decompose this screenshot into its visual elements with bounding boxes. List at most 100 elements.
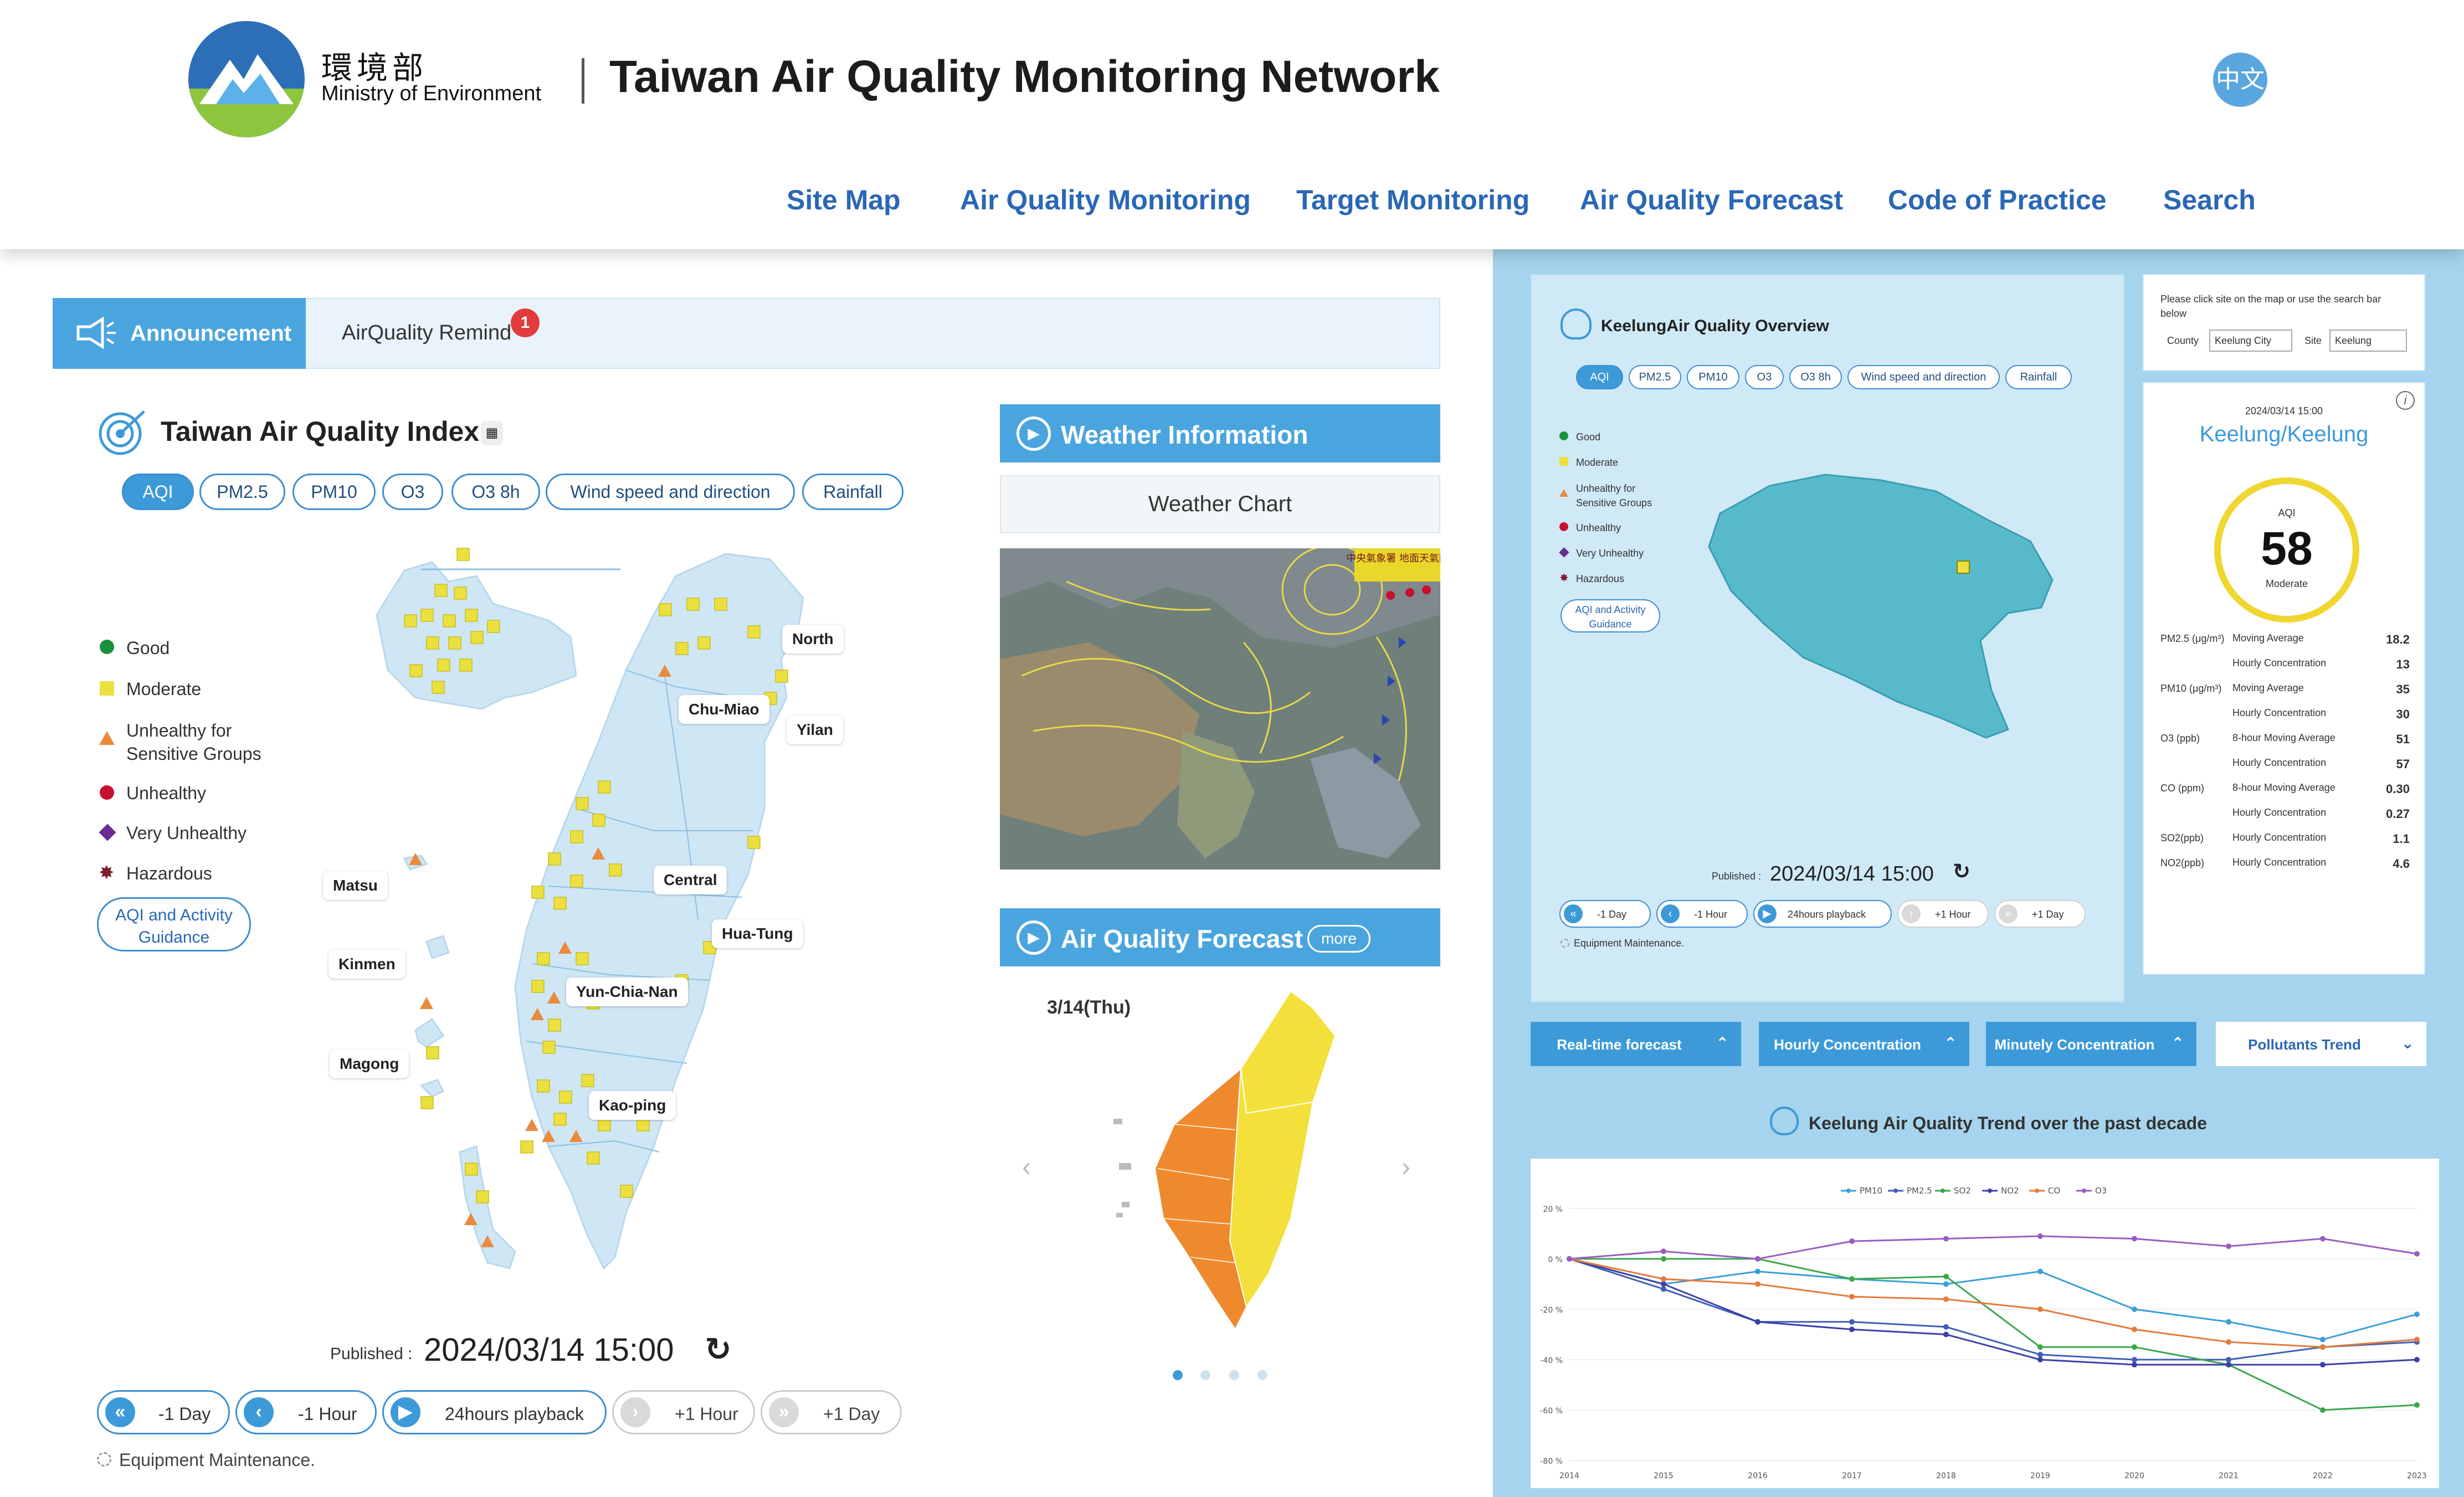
data-point — [2320, 1407, 2326, 1413]
nav-search[interactable]: Search — [2163, 184, 2256, 216]
overview-title: KeelungAir Quality Overview — [1601, 317, 1829, 335]
overview-tab-aqi[interactable]: AQI — [1576, 365, 1623, 389]
pollutant-value: 57 — [2396, 757, 2410, 771]
data-point — [2226, 1339, 2231, 1345]
plus-1-day-button[interactable]: » +1 Day — [761, 1390, 902, 1434]
playback-24h-button[interactable]: ▶ 24hours playback — [382, 1390, 607, 1434]
overview-tab-pm25[interactable]: PM2.5 — [1629, 365, 1681, 389]
weather-info-header[interactable]: ▶ Weather Information — [1000, 404, 1440, 462]
data-point — [1943, 1281, 1949, 1287]
keelung-site-map[interactable] — [1698, 458, 2097, 746]
chevron-right-icon: › — [620, 1397, 650, 1427]
real-time-forecast-button[interactable]: Real-time forecast ⌃ — [1531, 1022, 1741, 1066]
ov-refresh-icon[interactable]: ↻ — [1953, 859, 1970, 884]
map-region-yilan[interactable]: Yilan — [787, 716, 843, 744]
language-toggle-button[interactable]: 中文 — [2213, 53, 2267, 107]
ministry-logo[interactable] — [188, 21, 305, 137]
minutely-concentration-button[interactable]: Minutely Concentration ⌃ — [1986, 1022, 2196, 1066]
ov-guidance-button[interactable]: AQI and Activity Guidance — [1560, 599, 1660, 632]
pollutant-value: 18.2 — [2386, 632, 2410, 646]
nav-code-of-practice[interactable]: Code of Practice — [1888, 184, 2107, 216]
hourly-concentration-button[interactable]: Hourly Concentration ⌃ — [1759, 1022, 1969, 1066]
map-region-kinmen[interactable]: Kinmen — [328, 950, 405, 979]
map-region-hua-tung[interactable]: Hua-Tung — [712, 919, 803, 948]
overview-tab-wind[interactable]: Wind speed and direction — [1847, 365, 2000, 389]
carousel-dot-4[interactable] — [1257, 1370, 1267, 1380]
aqi-tab-o3[interactable]: O3 — [382, 474, 443, 510]
minutely-concentration-label: Minutely Concentration — [1994, 1036, 2155, 1053]
aqi-gauge-label: AQI — [2278, 507, 2296, 518]
data-point — [2037, 1233, 2043, 1239]
county-select[interactable]: Keelung City — [2209, 330, 2292, 352]
tab-weather-chart[interactable]: Weather Chart — [1000, 475, 1440, 533]
overview-tab-rainfall[interactable]: Rainfall — [2005, 365, 2072, 389]
ov-minus-1-day-button[interactable]: « -1 Day — [1559, 900, 1651, 928]
carousel-dot-3[interactable] — [1229, 1370, 1239, 1380]
map-region-north[interactable]: North — [782, 625, 844, 654]
weather-chart-image[interactable]: 中央氣象署 地面天氣圖 — [1000, 548, 1440, 870]
nav-site-map[interactable]: Site Map — [787, 184, 901, 216]
aqi-guidance-button[interactable]: AQI and Activity Guidance — [97, 897, 251, 951]
map-region-kao-ping[interactable]: Kao-ping — [589, 1091, 676, 1120]
y-tick-label: -20 % — [1540, 1306, 1563, 1315]
ov-plus-1-hour-label: +1 Hour — [1935, 909, 1971, 920]
refresh-icon[interactable]: ↻ — [705, 1330, 732, 1368]
forecast-header[interactable]: ▶ Air Quality Forecast more — [1000, 908, 1440, 966]
map-region-central[interactable]: Central — [654, 866, 727, 894]
pollutant-metric: Moving Average — [2232, 632, 2304, 644]
data-point — [2132, 1344, 2137, 1350]
map-region-chu-miao[interactable]: Chu-Miao — [679, 695, 769, 724]
legend-label: CO — [2048, 1186, 2060, 1196]
tab-announcement[interactable]: Announcement — [53, 298, 306, 369]
map-region-matsu[interactable]: Matsu — [323, 871, 388, 900]
carousel-prev-icon[interactable]: ‹ — [1022, 1152, 1031, 1182]
forecast-more-button[interactable]: more — [1307, 925, 1370, 953]
carousel-dot-2[interactable] — [1200, 1370, 1210, 1380]
ov-minus-1-hour-button[interactable]: ‹ -1 Hour — [1656, 900, 1748, 928]
data-point — [2320, 1236, 2326, 1242]
map-region-yun-chia-nan[interactable]: Yun-Chia-Nan — [566, 978, 688, 1006]
ov-playback-button[interactable]: ▶ 24hours playback — [1753, 900, 1892, 928]
aqi-tab-pm10[interactable]: PM10 — [292, 474, 376, 510]
ov-playback-label: 24hours playback — [1788, 909, 1866, 920]
trend-line-chart[interactable]: 20 % 0 % -20 % -40 % -60 % -80 % 2014 2015 2016 2… — [1531, 1159, 2439, 1488]
aqi-tab-wind[interactable]: Wind speed and direction — [546, 474, 795, 510]
aqi-tab-o3-8h[interactable]: O3 8h — [451, 474, 540, 510]
ov-plus-1-day-button[interactable]: » +1 Day — [1994, 900, 2086, 928]
ov-minus-1-day-label: -1 Day — [1597, 909, 1627, 920]
legend-label: SO2 — [1954, 1186, 1971, 1196]
nav-air-quality-monitoring[interactable]: Air Quality Monitoring — [960, 184, 1251, 216]
carousel-dot-1[interactable] — [1173, 1370, 1183, 1380]
pollutant-metric: Hourly Concentration — [2232, 657, 2327, 668]
aqi-tab-pm25[interactable]: PM2.5 — [199, 474, 285, 510]
data-point — [2132, 1362, 2137, 1368]
nav-air-quality-forecast[interactable]: Air Quality Forecast — [1580, 184, 1843, 216]
plus-1-hour-button[interactable]: › +1 Hour — [612, 1390, 755, 1434]
x-tick-label: 2021 — [2219, 1472, 2239, 1480]
minus-1-day-button[interactable]: « -1 Day — [97, 1390, 230, 1434]
tab-airquality-remind[interactable]: AirQuality Remind — [342, 321, 511, 345]
megaphone-icon — [76, 316, 116, 349]
aqi-tab-rainfall[interactable]: Rainfall — [802, 474, 904, 510]
nav-target-monitoring[interactable]: Target Monitoring — [1296, 184, 1529, 216]
ov-plus-1-hour-button[interactable]: › +1 Hour — [1897, 900, 1989, 928]
forecast-map[interactable] — [1102, 986, 1357, 1351]
minus-1-hour-button[interactable]: ‹ -1 Hour — [235, 1390, 377, 1434]
legend-moderate-label: Moderate — [126, 679, 202, 699]
pollutant-metric: Hourly Concentration — [2232, 757, 2327, 768]
overview-tab-o3[interactable]: O3 — [1745, 365, 1784, 389]
site-select[interactable]: Keelung — [2329, 330, 2407, 352]
pollutants-trend-select[interactable]: Pollutants Trend ⌄ — [2216, 1022, 2426, 1066]
overview-tab-pm10[interactable]: PM10 — [1687, 365, 1739, 389]
site-overview-card: KeelungAir Quality Overview AQI PM2.5 PM… — [1531, 274, 2124, 1002]
overview-tab-o3-8h[interactable]: O3 8h — [1789, 365, 1842, 389]
calculator-icon[interactable]: ▦ — [481, 421, 503, 445]
data-point — [1849, 1319, 1855, 1325]
plus-1-hour-label: +1 Hour — [675, 1404, 738, 1424]
map-region-magong[interactable]: Magong — [330, 1050, 409, 1078]
data-point — [2037, 1357, 2043, 1362]
aqi-section-title: Taiwan Air Quality Index — [161, 416, 480, 447]
carousel-next-icon[interactable]: › — [1402, 1152, 1410, 1182]
ov-legend-moderate-marker — [1559, 457, 1568, 466]
aqi-tab-aqi[interactable]: AQI — [122, 474, 194, 510]
